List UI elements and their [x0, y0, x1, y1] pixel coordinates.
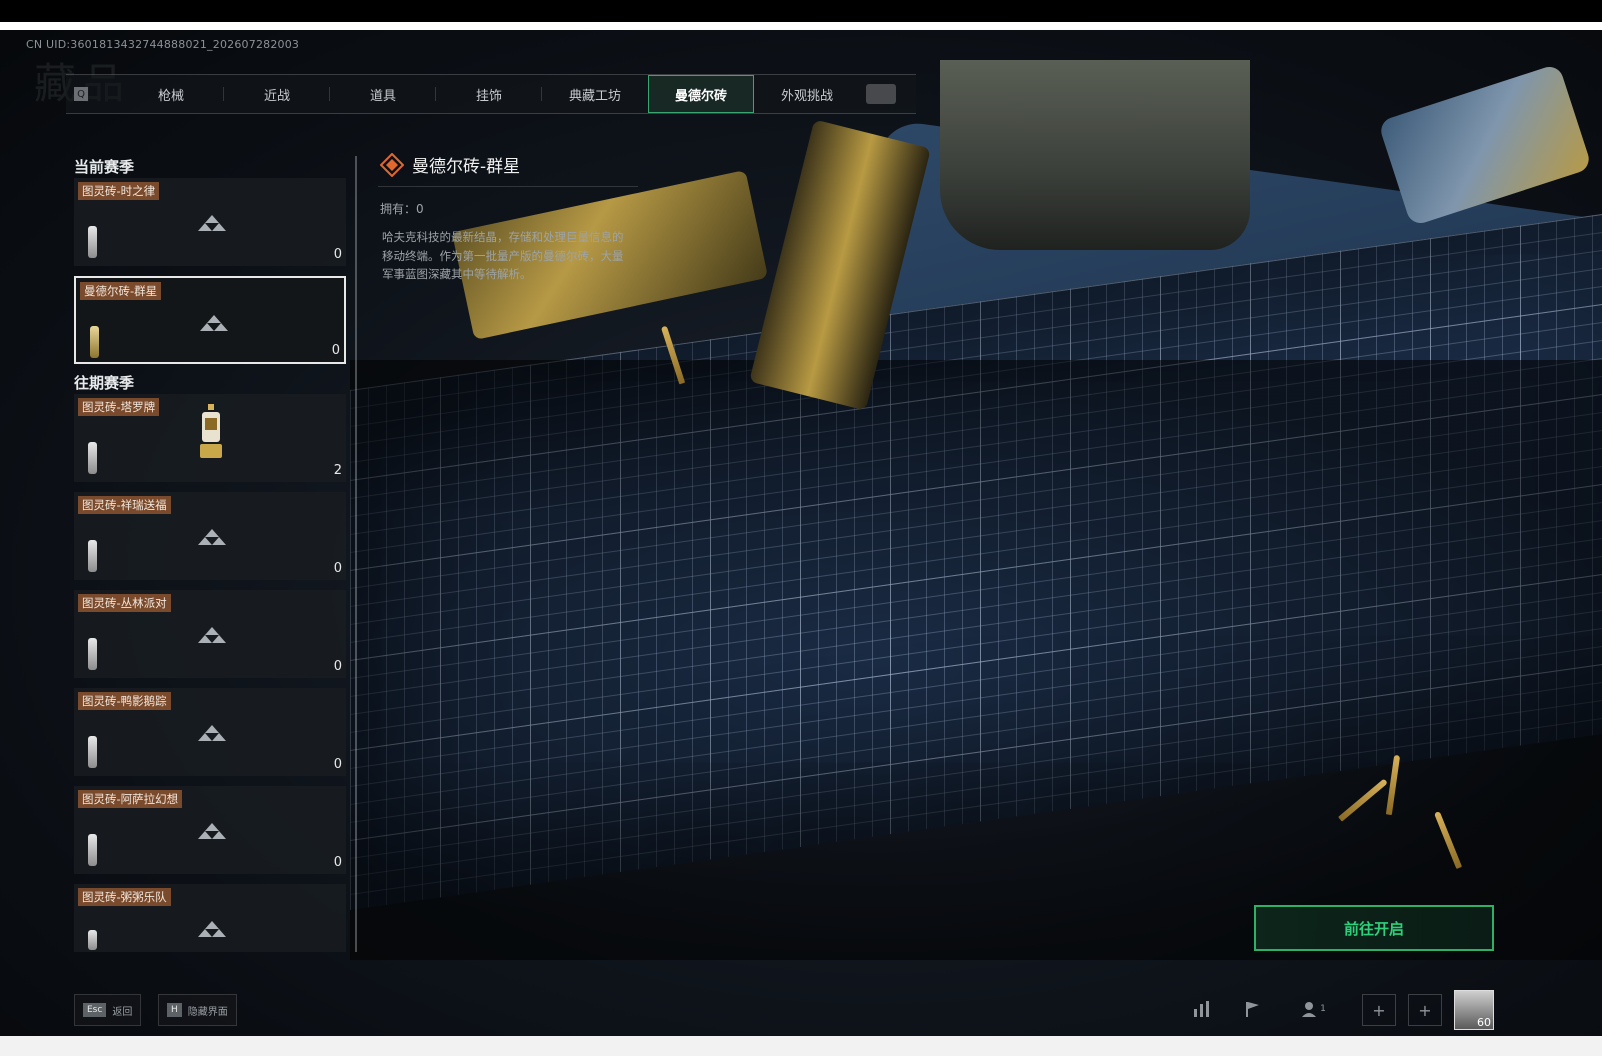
- brick-thumbnail-icon: [88, 638, 97, 670]
- card-label: 图灵砖-时之律: [78, 182, 160, 200]
- brick-card-past-4[interactable]: 图灵砖-鸭影鹅踪 0: [74, 688, 346, 776]
- tab-items[interactable]: 道具: [330, 75, 436, 113]
- owned-count: 拥有：0: [380, 202, 424, 216]
- brick-card-past-6[interactable]: 图灵砖-粥粥乐队: [74, 884, 346, 952]
- bottom-white-strip: [0, 1036, 1602, 1056]
- brick-thumbnail-icon: [88, 736, 97, 768]
- brick-card-past-2[interactable]: 图灵砖-祥瑞送福 0: [74, 492, 346, 580]
- brick-thumbnail-icon: [88, 540, 97, 572]
- plus-icon: +: [1372, 1000, 1386, 1020]
- tri-triangle-icon: [198, 725, 226, 741]
- plus-icon: +: [1418, 1000, 1432, 1020]
- card-label: 图灵砖-鸭影鹅踪: [78, 692, 171, 710]
- card-count: 0: [333, 561, 342, 576]
- blue-gold-brick-prop: [1377, 63, 1593, 227]
- game-screen: CN UID:3601813432744888021_202607282003 …: [0, 0, 1602, 1056]
- card-label: 曼德尔砖-群星: [80, 282, 162, 300]
- friend-count: 1: [1320, 1004, 1326, 1014]
- tri-triangle-icon: [200, 315, 228, 331]
- tab-charms[interactable]: 挂饰: [436, 75, 542, 113]
- brick-card-past-5[interactable]: 图灵砖-阿萨拉幻想 0: [74, 786, 346, 874]
- tab-workshop[interactable]: 典藏工坊: [542, 75, 648, 113]
- h-key-icon: H: [167, 1003, 182, 1017]
- card-label: 图灵砖-丛林派对: [78, 594, 171, 612]
- green-device-prop: [940, 60, 1250, 250]
- tri-triangle-icon: [198, 627, 226, 643]
- back-label: 返回: [112, 1006, 133, 1018]
- tri-triangle-icon: [198, 215, 226, 231]
- friends-icon: [1302, 1002, 1317, 1017]
- brick-card-current-1[interactable]: 图灵砖-时之律 0: [74, 178, 346, 266]
- tri-triangle-icon: [198, 529, 226, 545]
- card-count: 0: [333, 855, 342, 870]
- hide-ui-label: 隐藏界面: [187, 1006, 228, 1018]
- detail-divider: [378, 186, 638, 187]
- brick-thumbnail-icon: [88, 834, 97, 866]
- past-season-title: 往期赛季: [74, 374, 135, 392]
- card-count: 0: [333, 757, 342, 772]
- card-count: 2: [333, 463, 342, 478]
- brick-thumbnail-icon: [88, 442, 97, 474]
- brick-thumbnail-icon: [88, 930, 97, 950]
- tri-triangle-icon: [198, 921, 226, 937]
- top-black-bar: [0, 0, 1602, 22]
- card-label: 图灵砖-祥瑞送福: [78, 496, 171, 514]
- tab-firearms[interactable]: 枪械: [118, 75, 224, 113]
- trophy-icon[interactable]: [866, 84, 896, 104]
- tarot-figure-icon: [200, 404, 222, 458]
- brick-thumbnail-icon: [90, 326, 99, 358]
- brick-thumbnail-icon: [88, 226, 97, 258]
- current-season-title: 当前赛季: [74, 158, 135, 176]
- tab-mandel-brick[interactable]: 曼德尔砖: [648, 75, 754, 113]
- card-count: 0: [333, 659, 342, 674]
- detail-title: 曼德尔砖-群星: [412, 157, 521, 177]
- card-label: 图灵砖-粥粥乐队: [78, 888, 171, 906]
- stats-icon[interactable]: [1186, 994, 1218, 1024]
- list-scrollbar[interactable]: [355, 156, 357, 952]
- card-label: 图灵砖-阿萨拉幻想: [78, 790, 183, 808]
- tab-appearance-challenge[interactable]: 外观挑战: [754, 75, 860, 113]
- brick-card-past-1[interactable]: 图灵砖-塔罗牌 2: [74, 394, 346, 482]
- player-avatar[interactable]: 60: [1454, 990, 1494, 1030]
- back-hint[interactable]: Esc 返回: [74, 994, 142, 1026]
- item-description: 哈夫克科技的最新结晶，存储和处理巨量信息的移动终端。作为第一批量产版的曼德尔砖，…: [382, 230, 624, 281]
- card-count: 0: [331, 343, 340, 358]
- flag-icon[interactable]: [1236, 994, 1268, 1024]
- category-tabs: Q 枪械 近战 道具 挂饰 典藏工坊 曼德尔砖 外观挑战: [66, 74, 916, 114]
- friends-button[interactable]: 1: [1290, 994, 1336, 1024]
- hide-ui-hint[interactable]: H 隐藏界面: [158, 994, 237, 1026]
- tab-key-hint: Q: [74, 87, 88, 101]
- card-count: 0: [333, 247, 342, 262]
- bullet-prop: [1338, 778, 1388, 822]
- add-slot-button-1[interactable]: +: [1362, 994, 1396, 1026]
- detail-header: 曼德尔砖-群星: [380, 152, 520, 177]
- diamond-icon: [380, 152, 404, 177]
- brick-card-current-2[interactable]: 曼德尔砖-群星 0: [74, 276, 346, 364]
- brick-card-past-3[interactable]: 图灵砖-丛林派对 0: [74, 590, 346, 678]
- card-label: 图灵砖-塔罗牌: [78, 398, 160, 416]
- tri-triangle-icon: [198, 823, 226, 839]
- add-slot-button-2[interactable]: +: [1408, 994, 1442, 1026]
- go-open-button[interactable]: 前往开启: [1254, 905, 1494, 951]
- top-white-line: [0, 22, 1602, 30]
- esc-key-icon: Esc: [83, 1003, 107, 1017]
- tab-melee[interactable]: 近战: [224, 75, 330, 113]
- avatar-level: 60: [1477, 1016, 1491, 1029]
- bullet-prop: [1433, 811, 1463, 869]
